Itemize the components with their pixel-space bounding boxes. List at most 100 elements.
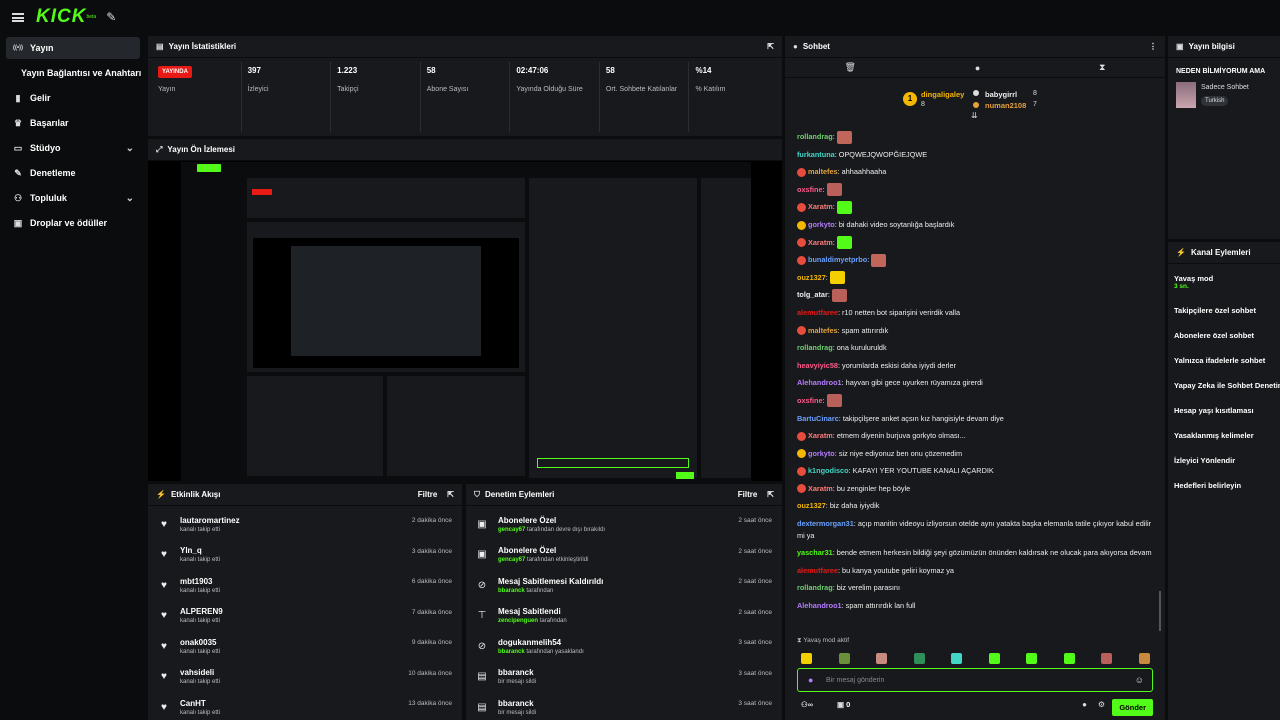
- emote-icon[interactable]: [1138, 653, 1150, 664]
- activity-item[interactable]: ♥ lautaromartinez kanalı takip etti 2 dakik…: [148, 509, 462, 540]
- activity-item[interactable]: ♥ mbt1903 kanalı takip etti 6 dakika önce: [148, 570, 462, 601]
- sidebar-item[interactable]: ♛ Başarılar: [6, 112, 140, 134]
- settings-icon[interactable]: ⚙: [1098, 700, 1105, 709]
- emote-icon[interactable]: [1026, 653, 1037, 664]
- chat-username[interactable]: bunaldimyetprbo: [808, 255, 867, 264]
- channel-action-item[interactable]: Hesap yaşı kısıtlaması: [1168, 398, 1280, 423]
- sidebar-item[interactable]: ✎ Denetleme: [6, 162, 140, 184]
- moderation-item[interactable]: ▣ Abonelere Özel gencay67 tarafından etkin…: [466, 540, 782, 571]
- chat-message[interactable]: yaschar31: bende etmem herkesin bildiği …: [785, 544, 1165, 562]
- chat-username[interactable]: yaschar31: [797, 548, 833, 557]
- chat-username[interactable]: oxsfine: [797, 185, 823, 194]
- trash-icon[interactable]: 🗑: [844, 62, 855, 73]
- channel-action-item[interactable]: Yavaş mod 3 sn.: [1168, 266, 1280, 298]
- emote-icon[interactable]: [913, 653, 925, 664]
- chat-username[interactable]: Xaratm: [808, 202, 833, 211]
- chat-message[interactable]: k1ngodisco: KAFAYI YER YOUTUBE KANALI AÇ…: [785, 462, 1165, 480]
- chat-username[interactable]: dextermorgan31: [797, 519, 854, 528]
- channel-action-item[interactable]: Yasaklanmış kelimeler: [1168, 423, 1280, 448]
- activity-item[interactable]: ♥ onak0035 kanalı takip etti 9 dakika önce: [148, 631, 462, 662]
- chat-message[interactable]: oxsfine:: [785, 181, 1165, 199]
- chat-username[interactable]: Alehandroo1: [797, 601, 842, 610]
- chat-message[interactable]: furkantuna: OPQWEJQWOPĞIEJQWE: [785, 146, 1165, 164]
- chat-username[interactable]: Xaratm: [808, 238, 833, 247]
- chat-username[interactable]: gorkyto: [808, 449, 835, 458]
- activity-username[interactable]: Yln_q: [180, 546, 220, 555]
- channel-action-item[interactable]: Yalnızca ifadelerle sohbet: [1168, 348, 1280, 373]
- gifter-name[interactable]: babygirrl: [985, 90, 1017, 99]
- emoji-icon[interactable]: ☺: [1135, 675, 1144, 685]
- chat-username[interactable]: BartuCinarc: [797, 414, 839, 423]
- chat-message[interactable]: ouz1327:: [785, 269, 1165, 287]
- moderation-item[interactable]: ▤ bbaranck bir mesajı sildi 3 saat önce: [466, 662, 782, 693]
- moderator-name[interactable]: bbaranck: [498, 649, 525, 655]
- chat-username[interactable]: Alehandroo1: [797, 378, 842, 387]
- chat-username[interactable]: Xaratm: [808, 484, 833, 493]
- chat-message[interactable]: maltefes: ahhaahhaaha: [785, 163, 1165, 181]
- moderation-item[interactable]: ⊤ Mesaj Sabitlendi zencipenguen tarafından…: [466, 601, 782, 632]
- chat-message[interactable]: bunaldimyetprbo:: [785, 251, 1165, 269]
- chat-scrollbar[interactable]: [1159, 591, 1161, 631]
- popout-icon[interactable]: ⇱: [767, 42, 774, 51]
- chat-message[interactable]: Xaratm: etmem diyenin burjuva gorkyto ol…: [785, 427, 1165, 445]
- hourglass-icon[interactable]: ⧗: [1099, 62, 1105, 73]
- chat-message[interactable]: Xaratm: bu zenginler hep böyle: [785, 480, 1165, 498]
- chat-message[interactable]: gorkyto: bi dahaki video soytanlığa başl…: [785, 216, 1165, 234]
- kick-logo[interactable]: KICK: [36, 6, 86, 28]
- magic-wand-icon[interactable]: ✎: [106, 10, 116, 24]
- microphone-icon[interactable]: ●: [808, 675, 813, 685]
- language-tag[interactable]: Turkish: [1201, 96, 1229, 106]
- sidebar-item[interactable]: ((•)) Yayın: [6, 37, 140, 59]
- chat-username[interactable]: maltefes: [808, 167, 838, 176]
- chat-username[interactable]: rollandrag: [797, 132, 833, 141]
- activity-username[interactable]: onak0035: [180, 638, 220, 647]
- chat-username[interactable]: rollandrag: [797, 583, 833, 592]
- chat-input[interactable]: ● Bir mesaj gönderin ☺: [797, 668, 1153, 692]
- chat-message[interactable]: gorkyto: siz niye ediyonuz ben onu çözem…: [785, 445, 1165, 463]
- chat-username[interactable]: oxsfine: [797, 396, 823, 405]
- activity-username[interactable]: vahsideli: [180, 668, 220, 677]
- chat-message[interactable]: alemutfaree: bu kanya youtube geliri koy…: [785, 562, 1165, 580]
- moderation-item[interactable]: ▣ Abonelere Özel gencay67 tarafından devre…: [466, 509, 782, 540]
- chat-message[interactable]: heavyiyic58: yorumlarda eskisi daha iyiy…: [785, 357, 1165, 375]
- chat-message[interactable]: Alehandroo1: hayvan gibi gece uyurken rü…: [785, 374, 1165, 392]
- chevron-down-icon[interactable]: ⌄: [126, 143, 134, 154]
- chat-bubble-icon[interactable]: ●: [1082, 700, 1087, 709]
- points-counter[interactable]: ⚇∞: [801, 700, 813, 709]
- filter-button[interactable]: Filtre: [418, 490, 438, 499]
- chat-username[interactable]: k1ngodisco: [808, 466, 849, 475]
- category-thumbnail[interactable]: [1176, 82, 1196, 108]
- chat-message[interactable]: ouz1327: biz daha iyiydik: [785, 497, 1165, 515]
- filter-button[interactable]: Filtre: [738, 490, 758, 499]
- chat-username[interactable]: alemutfaree: [797, 308, 838, 317]
- emote-icon[interactable]: [1063, 653, 1075, 664]
- moderator-name[interactable]: gencay67: [498, 527, 525, 533]
- chat-message[interactable]: Xaratm:: [785, 198, 1165, 216]
- chat-username[interactable]: furkantuna: [797, 150, 835, 159]
- chat-message[interactable]: tolg_atar:: [785, 286, 1165, 304]
- moderator-name[interactable]: zencipenguen: [498, 618, 538, 624]
- speech-bubble-icon[interactable]: ●: [975, 63, 980, 73]
- activity-username[interactable]: mbt1903: [180, 577, 220, 586]
- sidebar-item[interactable]: ▭ Stüdyo ⌄: [6, 137, 140, 159]
- chat-message[interactable]: rollandrag: biz verelim parasını: [785, 579, 1165, 597]
- send-button[interactable]: Gönder: [1112, 699, 1153, 716]
- chat-message[interactable]: Alehandroo1: spam attırırdık lan full: [785, 597, 1165, 615]
- menu-icon[interactable]: [12, 12, 24, 22]
- activity-item[interactable]: ♥ CanHT kanalı takip etti 13 dakika önce: [148, 692, 462, 720]
- chat-message[interactable]: rollandrag:: [785, 128, 1165, 146]
- activity-username[interactable]: lautaromartinez: [180, 516, 240, 525]
- sidebar-item[interactable]: ▮ Gelir: [6, 87, 140, 109]
- activity-item[interactable]: ♥ vahsideli kanalı takip etti 10 dakika önc…: [148, 662, 462, 693]
- gifter-name[interactable]: numan2108: [985, 101, 1026, 110]
- popout-icon[interactable]: ⇱: [447, 490, 454, 499]
- more-options-icon[interactable]: ⋮: [1149, 42, 1157, 51]
- category-label[interactable]: Sadece Sohbet: [1201, 84, 1249, 91]
- emote-icon[interactable]: [876, 653, 887, 664]
- chat-message[interactable]: rollandrag: ona kuruluruldk: [785, 339, 1165, 357]
- chevron-down-icon[interactable]: ⌄: [126, 193, 134, 204]
- activity-username[interactable]: ALPEREN9: [180, 607, 223, 616]
- chat-message[interactable]: Xaratm:: [785, 234, 1165, 252]
- chat-username[interactable]: heavyiyic58: [797, 361, 838, 370]
- sidebar-item[interactable]: ▣ Droplar ve ödüller: [6, 212, 140, 234]
